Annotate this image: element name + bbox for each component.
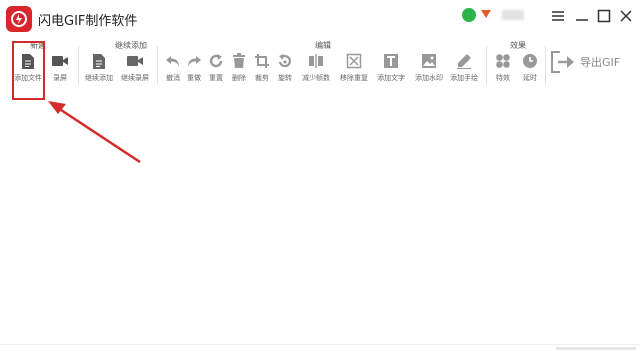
status-bar — [0, 344, 640, 351]
status-bar-controls — [556, 347, 636, 350]
annotation-arrow — [48, 101, 141, 164]
